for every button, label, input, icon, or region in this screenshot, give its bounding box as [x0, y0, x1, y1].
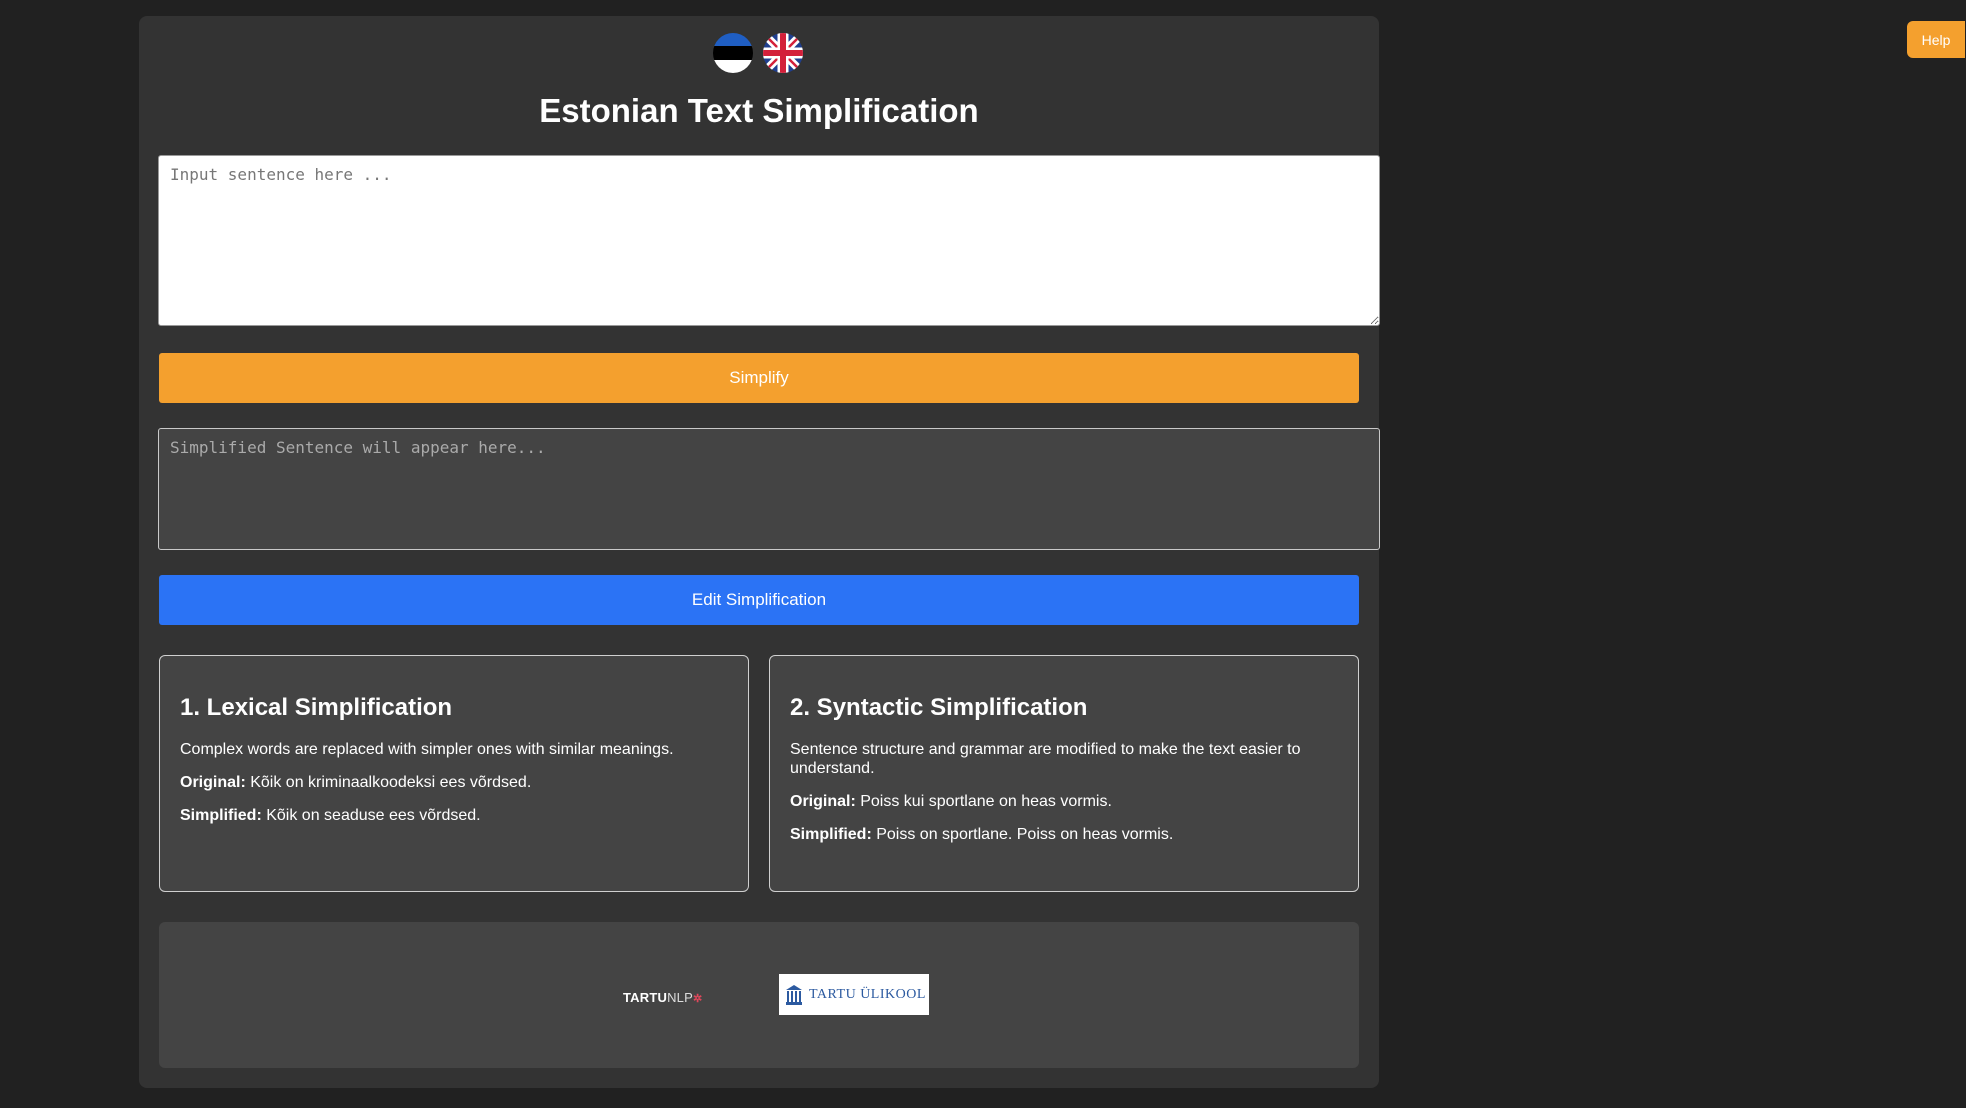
original-text: Poiss kui sportlane on heas vormis.: [860, 793, 1112, 810]
card-simplified: Simplified: Poiss on sportlane. Poiss on…: [790, 825, 1338, 844]
tartu-ulikool-text: TARTU ÜLIKOOL: [809, 986, 926, 1002]
lexical-simplification-card: 1. Lexical Simplification Complex words …: [159, 655, 749, 892]
card-description: Complex words are replaced with simpler …: [180, 741, 674, 758]
card-description: Sentence structure and grammar are modif…: [790, 741, 1301, 777]
help-button[interactable]: Help: [1907, 21, 1965, 58]
simplified-label: Simplified:: [790, 826, 872, 843]
card-title: 2. Syntactic Simplification: [790, 694, 1088, 721]
simplified-label: Simplified:: [180, 807, 262, 824]
simplify-button[interactable]: Simplify: [159, 353, 1359, 403]
spark-icon: ✲: [692, 993, 703, 1005]
original-label: Original:: [180, 774, 246, 791]
original-label: Original:: [790, 793, 856, 810]
edit-simplification-button[interactable]: Edit Simplification: [159, 575, 1359, 625]
tartunlp-logo-main: TARTU: [623, 990, 668, 1005]
uk-flag-icon[interactable]: [763, 33, 803, 73]
simplified-output-field[interactable]: [158, 428, 1380, 550]
input-sentence-field[interactable]: [158, 155, 1380, 326]
page-title: Estonian Text Simplification: [539, 92, 979, 129]
card-simplified: Simplified: Kõik on seaduse ees võrdsed.: [180, 806, 728, 825]
language-switcher: [713, 33, 803, 77]
simplified-text: Poiss on sportlane. Poiss on heas vormis…: [876, 826, 1174, 843]
tartunlp-logo[interactable]: TARTUNLP✲: [623, 990, 702, 1005]
card-title: 1. Lexical Simplification: [180, 694, 453, 721]
university-building-icon: [786, 984, 802, 1005]
estonian-flag-icon[interactable]: [713, 33, 753, 73]
footer: TARTUNLP✲ TARTU ÜLIKOOL: [159, 922, 1359, 1068]
card-original: Original: Kõik on kriminaalkoodeksi ees …: [180, 773, 728, 792]
tartu-ulikool-logo[interactable]: TARTU ÜLIKOOL: [779, 974, 929, 1015]
original-text: Kõik on kriminaalkoodeksi ees võrdsed.: [250, 774, 532, 791]
simplified-text: Kõik on seaduse ees võrdsed.: [266, 807, 481, 824]
tartunlp-logo-nlp: NLP: [667, 990, 693, 1005]
syntactic-simplification-card: 2. Syntactic Simplification Sentence str…: [769, 655, 1359, 892]
card-original: Original: Poiss kui sportlane on heas vo…: [790, 792, 1338, 811]
